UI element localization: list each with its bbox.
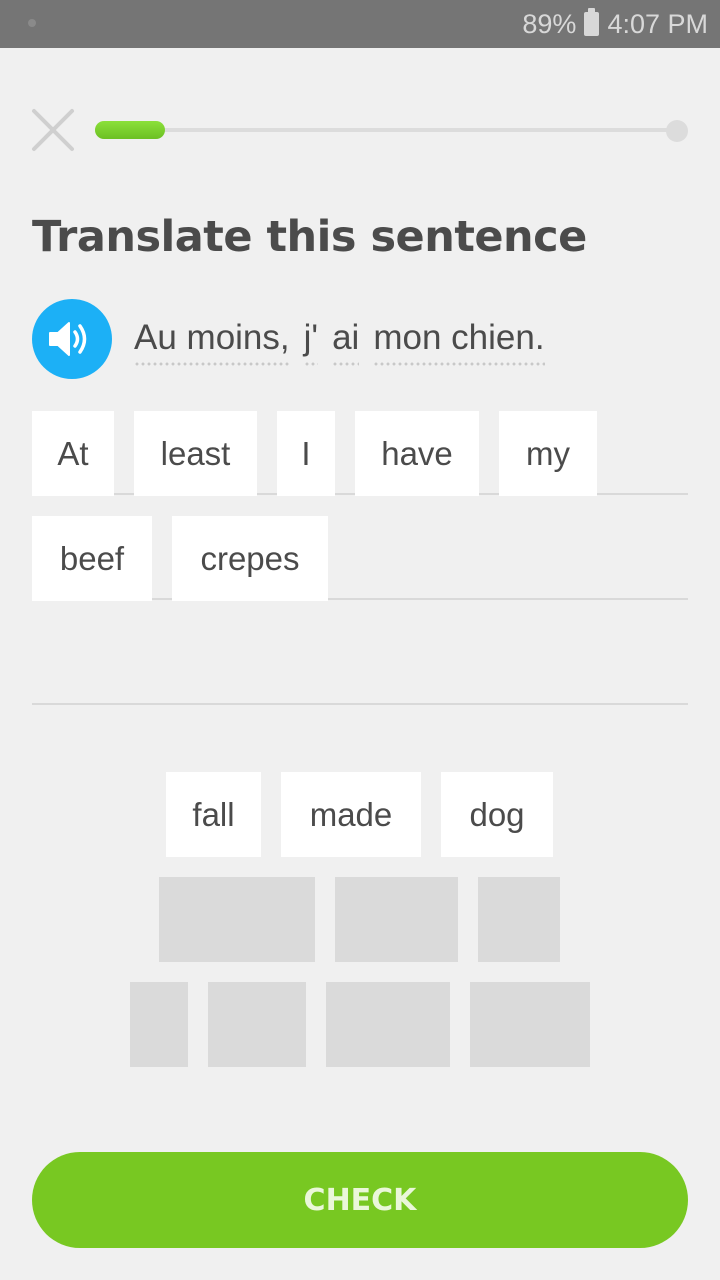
answer-tile[interactable]: beef xyxy=(32,516,152,601)
answer-tile[interactable]: At xyxy=(32,411,114,496)
speaker-button[interactable] xyxy=(32,299,112,379)
notification-dot-icon xyxy=(28,19,36,27)
used-tile-slot xyxy=(326,982,450,1067)
answer-tile[interactable]: least xyxy=(134,411,257,496)
prompt-word[interactable]: ai xyxy=(332,318,360,366)
used-tile-slot xyxy=(335,877,458,962)
used-tile-slot xyxy=(478,877,560,962)
used-tile-slot xyxy=(130,982,188,1067)
battery-icon xyxy=(584,8,600,36)
answer-tile[interactable]: crepes xyxy=(172,516,328,601)
used-tile-slot xyxy=(208,982,306,1067)
status-right: 89% 4:07 PM xyxy=(522,0,708,48)
prompt-word[interactable]: mon chien. xyxy=(373,318,545,366)
used-tile-slot xyxy=(470,982,590,1067)
lesson-progress-bar xyxy=(95,120,688,142)
page-title: Translate this sentence xyxy=(32,212,587,262)
word-bank-tile[interactable]: made xyxy=(281,772,421,857)
progress-end-dot xyxy=(666,120,688,142)
answer-line xyxy=(32,703,688,705)
used-tile-slot xyxy=(159,877,315,962)
word-bank-tile[interactable]: dog xyxy=(441,772,553,857)
prompt-sentence: Au moins, j' ai mon chien. xyxy=(134,318,545,368)
check-button[interactable]: CHECK xyxy=(32,1152,688,1248)
prompt-word[interactable]: Au moins, xyxy=(134,318,290,366)
prompt-word[interactable]: j' xyxy=(303,318,319,366)
speaker-icon xyxy=(49,322,87,356)
progress-fill xyxy=(95,121,165,139)
answer-tile[interactable]: have xyxy=(355,411,479,496)
close-icon[interactable] xyxy=(30,107,76,153)
battery-percent: 89% xyxy=(522,8,577,39)
answer-tile[interactable]: my xyxy=(499,411,597,496)
progress-track-line xyxy=(95,128,677,132)
word-bank-tile[interactable]: fall xyxy=(166,772,261,857)
answer-tile[interactable]: I xyxy=(277,411,335,496)
status-bar: 89% 4:07 PM xyxy=(0,0,720,48)
clock: 4:07 PM xyxy=(607,8,708,39)
